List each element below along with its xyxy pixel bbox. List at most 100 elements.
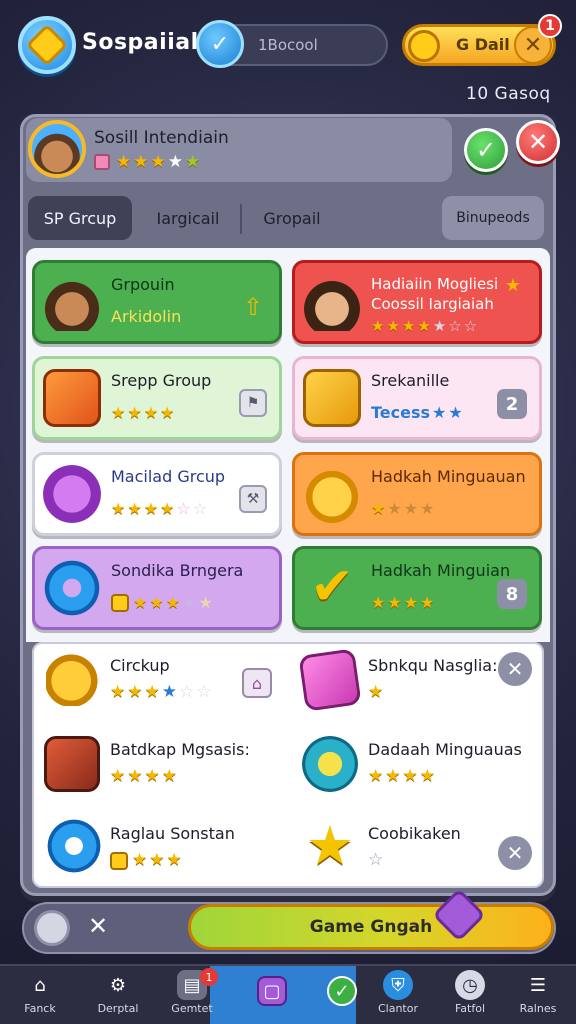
avatar-girl-icon xyxy=(303,273,361,331)
star-empty-icon: ★ xyxy=(167,152,183,172)
gold-star-icon: ★ xyxy=(305,814,355,877)
search-icon[interactable]: ✓ xyxy=(196,20,244,68)
card-hadkah-minguauan[interactable]: Hadkah Minguauan ★ ★ ★ ★ xyxy=(292,452,542,536)
star-empty-icon: ☆ xyxy=(179,682,195,702)
dismiss-icon[interactable]: ✕ xyxy=(88,912,108,940)
remove-button[interactable]: ✕ xyxy=(498,836,532,870)
star-icon: ★ xyxy=(185,152,201,172)
star-empty-icon: ☆ xyxy=(176,499,191,518)
star-icon: ★ xyxy=(371,317,385,335)
card-macilad-grcup[interactable]: Macilad Grcup ★ ★ ★ ★ ☆ ☆ ⚒ xyxy=(32,452,282,536)
card-srekanille[interactable]: Srekanille Tecess ★ ★ 2 xyxy=(292,356,542,440)
list-item-title: Raglau Sonstan xyxy=(110,824,235,843)
avatar[interactable] xyxy=(28,120,86,178)
star-icon: ★ xyxy=(149,593,164,612)
card-title: Hadkah Minguauan xyxy=(371,467,526,486)
star-icon: ★ xyxy=(143,403,159,422)
item-list xyxy=(32,642,544,888)
avatar-boy-icon xyxy=(43,273,101,331)
star-icon: ★ xyxy=(127,682,143,702)
nav-label: Fanck xyxy=(24,1002,56,1015)
nav-label: Ralnes xyxy=(519,1002,557,1015)
card-title: Hadiaiin Mogliesi xyxy=(371,275,499,293)
count-badge: 2 xyxy=(497,389,527,419)
star-icon: ★ xyxy=(432,403,447,422)
app-logo-icon[interactable] xyxy=(18,16,76,74)
tab-sp-group[interactable]: SP Grcup xyxy=(28,196,132,240)
gem-purple-icon xyxy=(43,465,101,523)
star-empty-icon: ☆ xyxy=(368,850,384,870)
card-hadiaiin[interactable]: Hadiaiin Mogliesi Coossil Iargiaiah ★ ★ ★ ★… xyxy=(292,260,542,344)
notification-badge: 1 xyxy=(538,14,562,38)
star-icon: ★ xyxy=(127,499,142,518)
shield-icon: ⛨ xyxy=(383,970,413,1000)
star-icon: ★ xyxy=(166,850,182,870)
star-icon: ★ xyxy=(160,403,175,422)
gold-key-icon xyxy=(44,736,100,792)
star-icon: ★ xyxy=(111,499,126,518)
star-icon: ★ xyxy=(417,317,431,335)
star-empty-icon: ★ xyxy=(403,499,419,518)
card-grpouin[interactable]: Grpouin Arkidolin ⇧ xyxy=(32,260,282,344)
star-empty-icon: ★ xyxy=(198,593,213,612)
star-icon: ★ xyxy=(385,766,401,786)
tab-divider xyxy=(240,204,242,234)
star-icon: ★ xyxy=(161,682,177,702)
gold-label: G Dail xyxy=(456,35,510,54)
close-button[interactable]: ✕ xyxy=(516,120,560,164)
tab-gropail[interactable]: Gropail xyxy=(246,196,338,240)
star-icon: ★ xyxy=(149,850,165,870)
list-item-title: Dadaah Minguauas xyxy=(368,740,522,759)
star-icon: ★ xyxy=(144,682,160,702)
list-item-title: Batdkap Mgsasis: xyxy=(110,740,250,759)
star-icon: ★ xyxy=(116,152,132,172)
gold-blob-icon xyxy=(303,465,361,523)
toggle-icon[interactable] xyxy=(34,910,70,946)
star-medal-icon xyxy=(302,736,358,792)
nav-home[interactable]: ⌂ Fanck xyxy=(4,966,76,1024)
check-gold-icon: ✔ xyxy=(310,557,354,617)
card-srepp-group[interactable]: Srepp Group ★ ★ ★ ★ ⚑ xyxy=(32,356,282,440)
nav-clan[interactable]: ⛨ Clantor xyxy=(362,966,434,1024)
card-hadkah-minguian[interactable]: ✔ Hadkah Minguian ★ ★ ★ ★ 8 xyxy=(292,546,542,630)
star-icon: ★ xyxy=(386,317,400,335)
pink-box-icon xyxy=(298,648,362,712)
home-icon[interactable]: ⌂ xyxy=(242,668,272,698)
coin-icon xyxy=(111,593,129,612)
list-item-stars: ★ ★ ★ ★ xyxy=(110,766,177,786)
nav-menu[interactable]: ☰ Ralnes xyxy=(502,966,574,1024)
search-input-value[interactable]: 1Bocool xyxy=(258,36,318,54)
rank-badge-icon xyxy=(94,154,110,170)
play-game-button[interactable]: Game Gngah xyxy=(188,904,554,950)
tab-binupeods[interactable]: Binupeods xyxy=(442,196,544,240)
profile-rating: ★ ★ ★ ★ ★ xyxy=(94,152,200,172)
tab-iargicail[interactable]: Iargicail xyxy=(140,196,236,240)
remove-button[interactable]: ✕ xyxy=(498,652,532,686)
nav-inventory[interactable]: ▢ xyxy=(236,966,308,1024)
coin-icon xyxy=(408,30,440,62)
check-circle-icon: ✓ xyxy=(327,976,357,1006)
arrow-up-icon: ⇧ xyxy=(242,293,264,321)
card-title: Grpouin xyxy=(111,275,175,294)
nav-events[interactable]: ◷ Fatfol xyxy=(434,966,506,1024)
list-item-stars: ★ xyxy=(368,682,383,702)
list-item-stars: ★ ★ ★ xyxy=(110,850,182,870)
flag-icon[interactable]: ⚑ xyxy=(239,389,267,417)
box-icon xyxy=(43,369,101,427)
card-subtitle: Arkidolin xyxy=(111,307,182,326)
star-empty-icon: ★ xyxy=(420,499,435,518)
star-icon: ★ xyxy=(371,499,386,518)
ring-blue-icon xyxy=(43,559,101,617)
card-subtitle: Coossil Iargiaiah xyxy=(371,295,494,313)
nav-settings[interactable]: ⚙ Derptal xyxy=(82,966,154,1024)
star-empty-icon: ☆ xyxy=(196,682,212,702)
confirm-button[interactable]: ✓ xyxy=(464,128,508,172)
star-icon: ★ xyxy=(133,152,149,172)
card-sondika-brngera[interactable]: Sondika Brngera ★ ★ ★ ★ ★ xyxy=(32,546,282,630)
tools-icon[interactable]: ⚒ xyxy=(239,485,267,513)
card-title: Srepp Group xyxy=(111,371,212,390)
star-empty-icon: ☆ xyxy=(192,499,208,518)
star-icon: ★ xyxy=(504,274,522,296)
star-icon: ★ xyxy=(143,499,159,518)
star-icon: ★ xyxy=(150,152,166,172)
